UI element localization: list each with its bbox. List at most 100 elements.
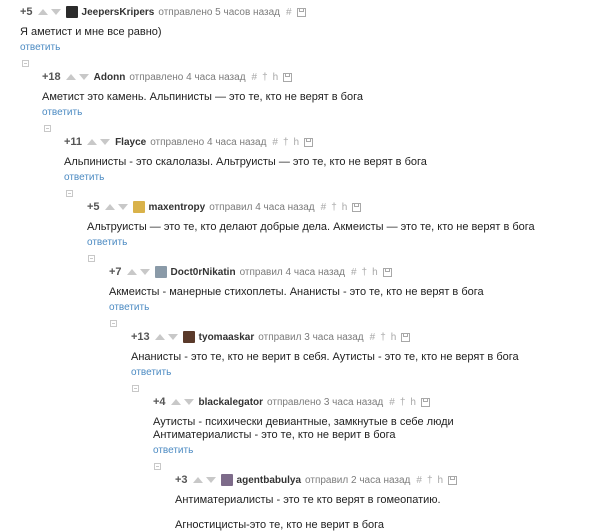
comment-author[interactable]: tyomaaskar (199, 332, 255, 343)
downvote-icon[interactable] (205, 477, 216, 483)
link-hash-icon[interactable]: # (321, 202, 327, 213)
link-hash-icon[interactable]: # (351, 267, 357, 278)
reply-link[interactable]: ответить (109, 302, 600, 313)
save-icon[interactable] (296, 7, 306, 17)
upvote-icon[interactable] (170, 399, 181, 405)
comment-header: +18 Adonn отправлено 4 часа назад # † h (42, 69, 600, 85)
link-hash-icon[interactable]: # (370, 332, 376, 343)
comment-time: отправил 4 часа назад (209, 201, 315, 213)
comment-text: Ананисты - это те, кто не верит в себя. … (131, 351, 519, 363)
dagger-icon[interactable]: † (262, 72, 268, 83)
reply-link[interactable]: ответить (131, 367, 600, 378)
comment-text: Аметист это камень. Альпинисты — это те,… (42, 91, 363, 103)
comment: +3 agentbabulya отправил 2 часа назад # … (175, 472, 600, 532)
collapse-thread-icon[interactable] (66, 190, 73, 197)
dagger-icon[interactable]: † (331, 202, 337, 213)
avatar[interactable] (132, 201, 145, 213)
comment-text: Антиматериалисты - это те кто верят в го… (175, 494, 441, 506)
collapse-thread-icon[interactable] (88, 255, 95, 262)
link-hash-icon[interactable]: # (272, 137, 278, 148)
comment: +5 JeepersKripers отправлено 5 часов наз… (20, 4, 600, 53)
save-icon[interactable] (352, 202, 362, 212)
downvote-icon[interactable] (78, 74, 89, 80)
h-icon[interactable]: h (273, 72, 279, 83)
h-icon[interactable]: h (342, 202, 348, 213)
comment-author[interactable]: blackalegator (199, 397, 263, 408)
collapse-thread-icon[interactable] (154, 463, 161, 470)
upvote-icon[interactable] (192, 477, 203, 483)
collapse-thread-icon[interactable] (110, 320, 117, 327)
avatar[interactable] (182, 331, 195, 343)
reply-link[interactable]: ответить (153, 445, 600, 456)
dagger-icon[interactable]: † (400, 397, 406, 408)
upvote-icon[interactable] (87, 139, 98, 145)
dagger-icon[interactable]: † (283, 137, 289, 148)
reply-link[interactable]: ответить (20, 42, 600, 53)
comment-author[interactable]: Doct0rNikatin (171, 267, 236, 278)
upvote-icon[interactable] (126, 269, 137, 275)
comment-header: +5 JeepersKripers отправлено 5 часов наз… (20, 4, 600, 20)
comment-time: отправил 2 часа назад (305, 474, 411, 486)
comment-header: +7 Doct0rNikatin отправил 4 часа назад #… (109, 264, 600, 280)
downvote-icon[interactable] (117, 204, 128, 210)
link-hash-icon[interactable]: # (389, 397, 395, 408)
comment-text: Аутисты - психически девиантные, замкнут… (153, 416, 454, 428)
comment-text: Альтруисты — это те, кто делают добрые д… (87, 221, 535, 233)
save-icon[interactable] (420, 397, 430, 407)
link-hash-icon[interactable]: # (252, 72, 258, 83)
comment-header: +13 tyomaaskar отправил 3 часа назад # †… (131, 329, 600, 345)
collapse-thread-icon[interactable] (22, 60, 29, 67)
reply-link[interactable]: ответить (42, 107, 600, 118)
h-icon[interactable]: h (410, 397, 416, 408)
comment-header: +5 maxentropy отправил 4 часа назад # † … (87, 199, 600, 215)
comment-text: Альпинисты - это скалолазы. Альтруисты —… (64, 156, 427, 168)
downvote-icon[interactable] (183, 399, 194, 405)
avatar[interactable] (65, 6, 78, 18)
reply-link[interactable]: ответить (64, 172, 600, 183)
comment-header: +11 Flayce отправлено 4 часа назад # † h (64, 134, 600, 150)
comment-author[interactable]: maxentropy (149, 202, 206, 213)
comment: +4 blackalegator отправлено 3 часа назад… (153, 394, 600, 456)
avatar[interactable] (220, 474, 233, 486)
comment: +5 maxentropy отправил 4 часа назад # † … (87, 199, 600, 248)
comment-time: отправлено 3 часа назад (267, 396, 384, 408)
save-icon[interactable] (283, 72, 293, 82)
save-icon[interactable] (401, 332, 411, 342)
avatar[interactable] (154, 266, 167, 278)
h-icon[interactable]: h (294, 137, 300, 148)
collapse-thread-icon[interactable] (132, 385, 139, 392)
downvote-icon[interactable] (50, 9, 61, 15)
downvote-icon[interactable] (139, 269, 150, 275)
dagger-icon[interactable]: † (380, 332, 386, 343)
upvote-icon[interactable] (104, 204, 115, 210)
reply-link[interactable]: ответить (87, 237, 600, 248)
comment-author[interactable]: Adonn (94, 72, 126, 83)
comment-author[interactable]: agentbabulya (237, 475, 301, 486)
comment-rating: +5 (20, 6, 33, 18)
collapse-thread-icon[interactable] (44, 125, 51, 132)
comment-rating: +3 (175, 474, 188, 486)
h-icon[interactable]: h (438, 475, 444, 486)
link-hash-icon[interactable]: # (416, 475, 422, 486)
comment-rating: +13 (131, 331, 150, 343)
comment-time: отправлено 5 часов назад (158, 6, 281, 18)
link-hash-icon[interactable]: # (286, 7, 292, 18)
comment-author[interactable]: JeepersKripers (82, 7, 155, 18)
upvote-icon[interactable] (154, 334, 165, 340)
h-icon[interactable]: h (372, 267, 378, 278)
dagger-icon[interactable]: † (362, 267, 368, 278)
save-icon[interactable] (382, 267, 392, 277)
save-icon[interactable] (304, 137, 314, 147)
upvote-icon[interactable] (65, 74, 76, 80)
upvote-icon[interactable] (37, 9, 48, 15)
comment-time: отправил 3 часа назад (258, 331, 364, 343)
downvote-icon[interactable] (167, 334, 178, 340)
comment-time: отправил 4 часа назад (239, 266, 345, 278)
dagger-icon[interactable]: † (427, 475, 433, 486)
downvote-icon[interactable] (100, 139, 111, 145)
comment-author[interactable]: Flayce (115, 137, 146, 148)
save-icon[interactable] (448, 475, 458, 485)
h-icon[interactable]: h (391, 332, 397, 343)
comment-text: Я аметист и мне все равно) (20, 26, 162, 38)
comment-time: отправлено 4 часа назад (129, 71, 246, 83)
